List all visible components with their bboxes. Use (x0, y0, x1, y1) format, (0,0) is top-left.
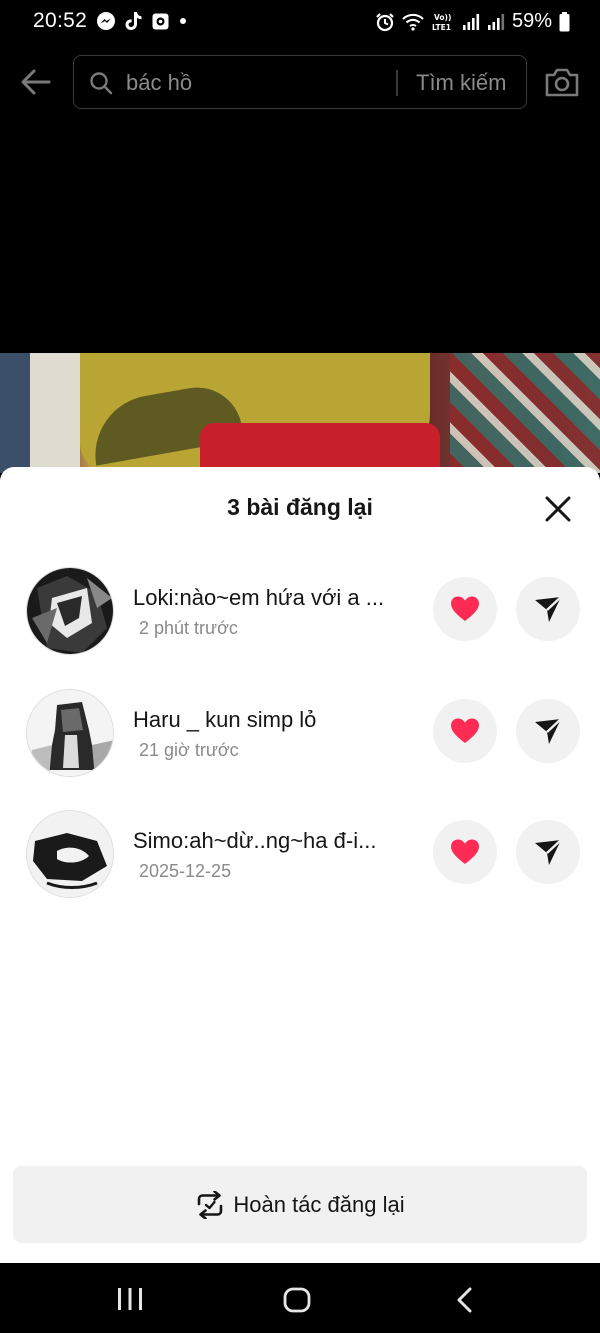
like-button[interactable] (433, 577, 497, 641)
search-query-text: bác hồ (126, 70, 193, 95)
repost-time: 2025-12-25 (139, 861, 232, 881)
alarm-icon (376, 12, 394, 31)
wifi-icon (402, 13, 424, 31)
like-button[interactable] (433, 820, 497, 884)
video-bg-right (450, 353, 600, 473)
avatar[interactable] (26, 688, 114, 777)
battery-level: 59% (511, 10, 552, 32)
list-item[interactable]: Simo:ah~dừ..ng~ha đ-i... 2025-12-25 (0, 804, 600, 926)
avatar[interactable] (26, 810, 114, 898)
recent-apps-icon[interactable] (117, 1288, 143, 1310)
reposts-sheet: 3 bài đăng lại Loki:nào~em hứa với a ...… (0, 467, 600, 1263)
avatar[interactable] (26, 567, 114, 655)
status-system-icons: Vo)) LTE1 59% (375, 10, 570, 33)
status-bar: 20:52 Vo)) LTE1 59% (0, 0, 600, 44)
list-item[interactable]: Loki:nào~em hứa với a ... 2 phút trước (0, 561, 600, 683)
camera-icon[interactable] (544, 66, 580, 98)
close-icon[interactable] (540, 491, 576, 527)
signal-icon (487, 13, 505, 30)
svg-text:LTE1: LTE1 (432, 23, 451, 32)
send-button[interactable] (516, 698, 580, 763)
video-bg-blue (0, 353, 30, 473)
status-time: 20:52 (33, 9, 88, 32)
signal-icon (462, 13, 480, 30)
svg-text:Vo)): Vo)) (434, 13, 451, 22)
tiktok-icon (125, 12, 142, 30)
search-divider (396, 70, 398, 96)
list-item[interactable]: Haru _ kun simp lỏ 21 giờ trước (0, 683, 600, 805)
battery-icon (559, 11, 570, 31)
search-header: bác hồ Tìm kiếm (0, 52, 600, 112)
send-icon (535, 596, 562, 622)
repost-screen: 20:52 Vo)) LTE1 59% bác hồ Tìm kiếm 3 bà… (0, 0, 600, 1333)
system-nav-bar (0, 1263, 600, 1333)
status-app-icons (96, 11, 188, 31)
undo-repost-button[interactable]: Hoàn tác đăng lại (13, 1166, 587, 1243)
repost-time: 21 giờ trước (139, 739, 239, 760)
search-icon (90, 72, 113, 95)
repost-list: Loki:nào~em hứa với a ... 2 phút trước H… (0, 561, 600, 926)
messenger-icon (97, 12, 115, 30)
repost-username[interactable]: Simo:ah~dừ..ng~ha đ-i... (133, 828, 413, 854)
heart-icon (451, 839, 479, 864)
home-icon[interactable] (283, 1287, 311, 1313)
volte-icon: Vo)) LTE1 (432, 13, 451, 32)
back-arrow-icon[interactable] (18, 64, 54, 100)
send-button[interactable] (516, 577, 580, 641)
video-preview (0, 353, 600, 473)
send-icon (535, 717, 562, 744)
repost-username[interactable]: Loki:nào~em hứa với a ... (133, 585, 413, 611)
sheet-title: 3 bài đăng lại (227, 494, 373, 520)
gallery-icon (152, 13, 169, 29)
video-bg-white (30, 353, 80, 473)
like-button[interactable] (433, 698, 497, 763)
repost-icon (198, 1190, 223, 1219)
search-input[interactable]: bác hồ Tìm kiếm (73, 55, 527, 109)
send-icon (535, 839, 562, 865)
nav-back-icon[interactable] (454, 1287, 476, 1313)
heart-icon (451, 718, 479, 743)
repost-username[interactable]: Haru _ kun simp lỏ (133, 707, 413, 733)
video-bg-hat-band (200, 423, 440, 473)
undo-repost-label: Hoàn tác đăng lại (233, 1191, 405, 1217)
heart-icon (451, 596, 479, 621)
send-button[interactable] (516, 820, 580, 884)
repost-time: 2 phút trước (139, 618, 238, 638)
search-button[interactable]: Tìm kiếm (416, 70, 506, 96)
dot-icon (180, 18, 186, 24)
